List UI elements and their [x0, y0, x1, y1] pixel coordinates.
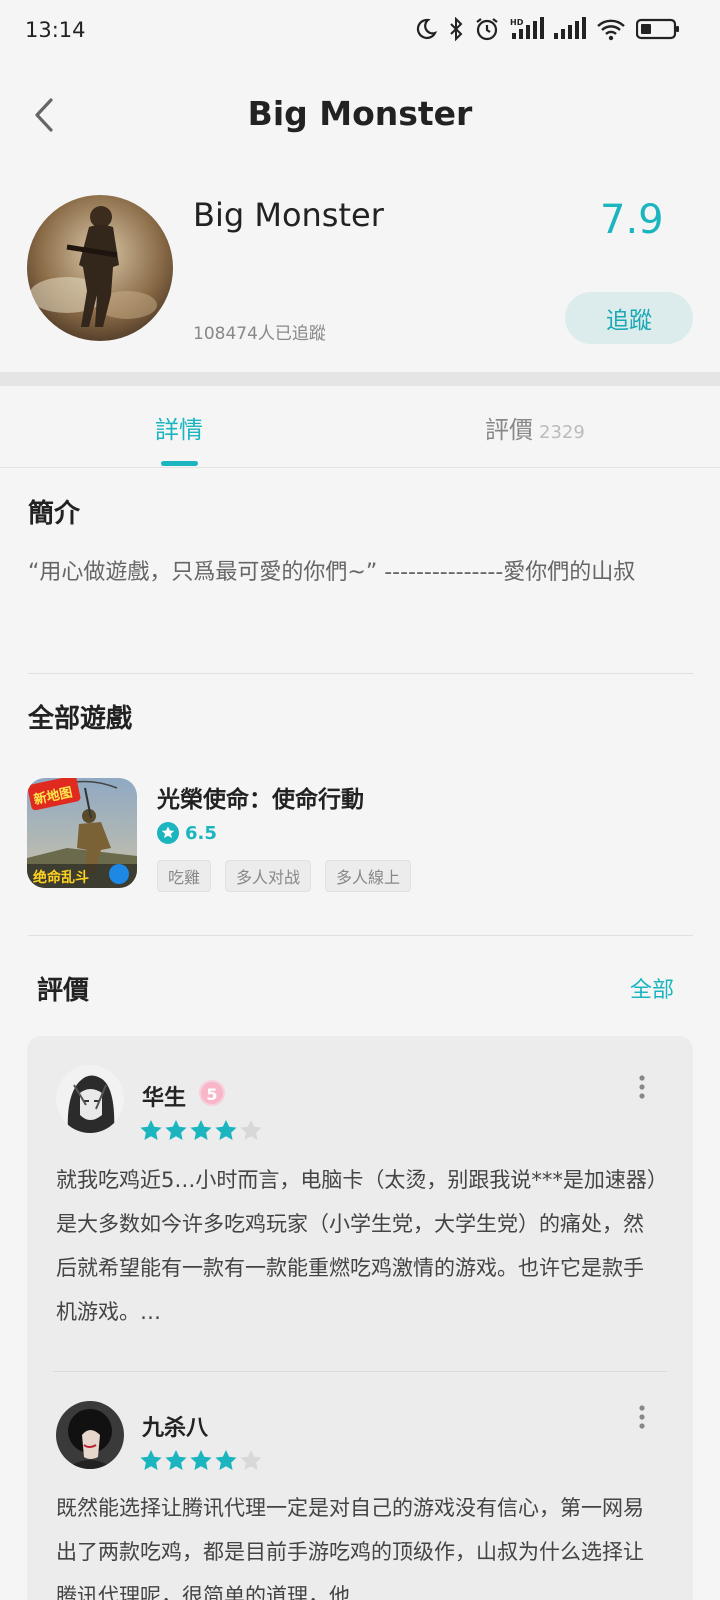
hd-signal-icon: HD — [510, 17, 544, 39]
star-filled-icon — [140, 1450, 162, 1470]
game-icon[interactable]: 新地图 绝命乱斗 — [27, 778, 137, 888]
game-tag[interactable]: 多人对战 — [225, 860, 312, 892]
game-tag[interactable]: 多人線上 — [325, 860, 412, 892]
reviews-card: 华生 5 就我吃鸡近5…小时而言，电脑卡（太烫，别跟我说***是加速器）是大多数… — [27, 1036, 693, 1600]
tab-reviews-count: 2329 — [539, 422, 585, 443]
reviewer-avatar[interactable] — [56, 1401, 124, 1469]
bluetooth-icon — [450, 17, 463, 41]
reviewer-name[interactable]: 九杀八 — [142, 1410, 208, 1442]
page-title: Big Monster — [247, 94, 473, 133]
star-filled-icon — [165, 1450, 187, 1470]
star-filled-icon — [165, 1120, 187, 1140]
game-rating-value: 6.5 — [185, 822, 217, 844]
game-tag[interactable]: 吃雞 — [157, 860, 212, 892]
star-filled-icon — [190, 1120, 212, 1140]
rating-star-icon — [157, 822, 179, 844]
tab-details[interactable]: 詳情 — [155, 410, 203, 445]
reviews-all-link[interactable]: 全部 — [630, 972, 674, 1004]
tab-reviews[interactable]: 評價 2329 — [485, 410, 585, 445]
developer-avatar — [27, 195, 173, 341]
follower-count: 108474人已追蹤 — [193, 324, 326, 344]
moon-icon — [416, 18, 438, 40]
games-title: 全部遊戲 — [28, 704, 133, 734]
developer-score: 7.9 — [600, 197, 664, 243]
status-time: 13:14 — [25, 18, 86, 42]
battery-icon — [636, 18, 679, 40]
intro-text: “用心做遊戲，只爲最可愛的你們~” ---------------愛你們的山叔 — [28, 560, 636, 585]
game-icon-caption: 绝命乱斗 — [33, 869, 89, 886]
more-options-icon[interactable] — [637, 1404, 647, 1430]
reviews-title: 評價 — [37, 976, 90, 1006]
divider — [28, 673, 693, 674]
star-filled-icon — [140, 1120, 162, 1140]
star-filled-icon — [190, 1450, 212, 1470]
review-stars — [140, 1450, 262, 1471]
game-name[interactable]: 光榮使命：使命行動 — [157, 780, 364, 814]
star-empty-icon — [240, 1450, 262, 1470]
top-bar: Big Monster — [0, 75, 720, 155]
tab-reviews-label: 評價 — [485, 416, 533, 444]
game-tags: 吃雞 多人对战 多人線上 — [157, 860, 412, 892]
review-text: 既然能选择让腾讯代理一定是对自己的游戏没有信心，第一网易出了两款吃鸡，都是目前手… — [56, 1496, 644, 1600]
divider — [28, 935, 693, 936]
status-bar: 13:14 HD — [0, 0, 720, 60]
intro-title: 簡介 — [28, 499, 81, 529]
divider — [53, 1371, 667, 1372]
level-badge: 5 — [199, 1080, 225, 1106]
review-stars — [140, 1120, 262, 1141]
section-separator — [0, 372, 720, 386]
tab-details-label: 詳情 — [155, 416, 203, 444]
status-icons: HD — [414, 14, 680, 44]
alarm-icon — [476, 18, 498, 41]
tab-divider — [0, 467, 720, 468]
svg-text:HD: HD — [510, 18, 524, 27]
reviewer-avatar[interactable] — [56, 1065, 124, 1133]
reviewer-name[interactable]: 华生 — [142, 1080, 186, 1112]
follow-button[interactable]: 追蹤 — [565, 292, 693, 344]
star-empty-icon — [240, 1120, 262, 1140]
more-options-icon[interactable] — [637, 1074, 647, 1100]
wifi-icon — [597, 19, 625, 41]
signal-icon — [554, 17, 586, 39]
star-filled-icon — [215, 1450, 237, 1470]
review-text: 就我吃鸡近5…小时而言，电脑卡（太烫，别跟我说***是加速器）是大多数如今许多吃… — [56, 1168, 658, 1324]
tab-indicator — [161, 461, 198, 466]
star-filled-icon — [215, 1120, 237, 1140]
developer-name: Big Monster — [193, 196, 384, 234]
game-rating: 6.5 — [157, 820, 217, 846]
